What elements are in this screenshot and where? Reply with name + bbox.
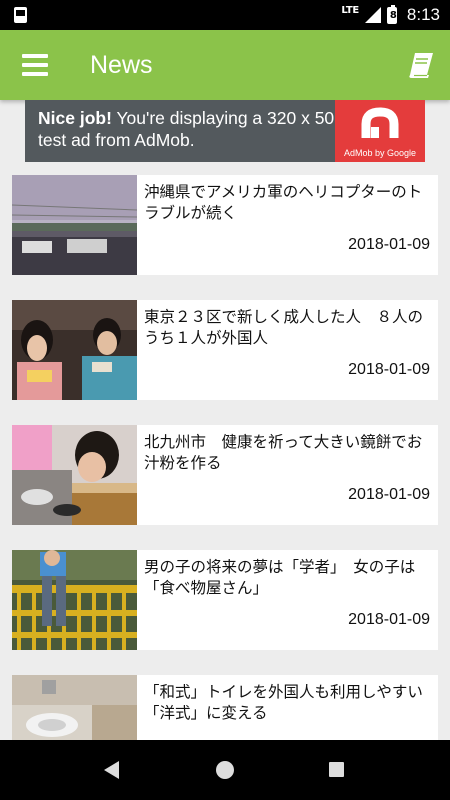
news-headline: 「和式」トイレを外国人も利用しやすい「洋式」に変える (144, 683, 423, 722)
news-date: 2018-01-09 (348, 236, 430, 253)
news-thumbnail (12, 425, 137, 525)
news-headline: 男の子の将来の夢は「学者」 女の子は「食べ物屋さん」 (144, 558, 416, 597)
news-thumbnail (12, 175, 137, 275)
admob-icon (361, 107, 399, 138)
ad-text: Nice job! You're displaying a 320 x 50 t… (38, 107, 338, 151)
news-headline: 北九州市 健康を祈って大きい鏡餅でお汁粉を作る (144, 433, 423, 472)
news-date: 2018-01-09 (348, 486, 430, 503)
ad-headline: Nice job! (38, 108, 112, 128)
news-item[interactable]: 男の子の将来の夢は「学者」 女の子は「食べ物屋さん」 2018-01-09 (12, 550, 438, 650)
network-type: LTE (341, 4, 359, 16)
sim-card-icon (14, 7, 27, 23)
home-circle-icon[interactable] (216, 761, 234, 779)
news-item[interactable]: 沖縄県でアメリカ軍のヘリコプターのトラブルが続く 2018-01-09 (12, 175, 438, 275)
news-headline: 東京２３区で新しく成人した人 ８人のうち１人が外国人 (144, 308, 424, 347)
news-thumbnail (12, 300, 137, 400)
news-headline: 沖縄県でアメリカ軍のヘリコプターのトラブルが続く (144, 183, 423, 222)
hamburger-menu-icon[interactable] (22, 54, 48, 76)
navigation-bar (0, 740, 450, 800)
status-indicators: LTE 8 8:13 (341, 0, 440, 30)
news-thumbnail (12, 675, 137, 740)
signal-icon (364, 7, 381, 23)
recents-square-icon[interactable] (329, 762, 344, 777)
battery-icon: 8 (386, 4, 397, 24)
admob-logo: AdMob by Google (335, 100, 425, 162)
battery-level: 8 (389, 9, 397, 21)
book-icon[interactable] (406, 50, 436, 80)
back-triangle-icon[interactable] (104, 761, 119, 779)
news-item[interactable]: 東京２３区で新しく成人した人 ８人のうち１人が外国人 2018-01-09 (12, 300, 438, 400)
status-time: 8:13 (406, 5, 440, 24)
news-item[interactable]: 「和式」トイレを外国人も利用しやすい「洋式」に変える (12, 675, 438, 740)
news-date: 2018-01-09 (348, 611, 430, 628)
app-bar: News (0, 30, 450, 100)
news-item[interactable]: 北九州市 健康を祈って大きい鏡餅でお汁粉を作る 2018-01-09 (12, 425, 438, 525)
ad-banner[interactable]: Nice job! You're displaying a 320 x 50 t… (25, 100, 425, 162)
app-title: News (90, 51, 153, 79)
status-bar: LTE 8 8:13 (0, 0, 450, 30)
news-thumbnail (12, 550, 137, 650)
ad-logo-caption: AdMob by Google (343, 148, 417, 158)
news-date: 2018-01-09 (348, 361, 430, 378)
